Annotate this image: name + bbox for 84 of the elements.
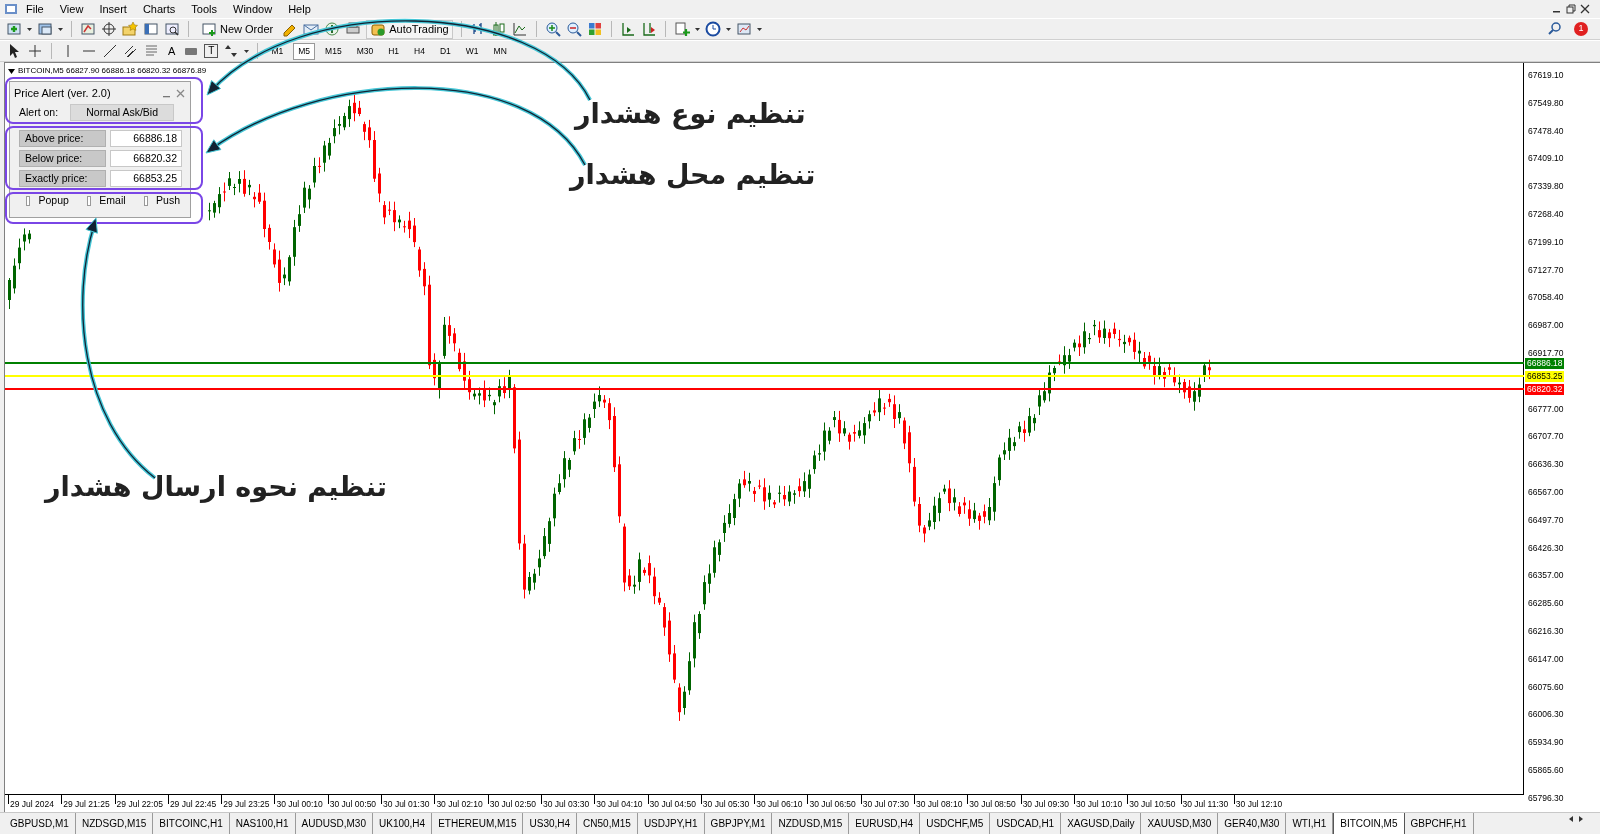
price-input[interactable]: 66820.32 xyxy=(110,150,182,167)
price-axis-label: 66147.00 xyxy=(1528,652,1564,666)
field-label: Above price: xyxy=(19,130,106,147)
text-label-tool[interactable]: T xyxy=(204,44,219,58)
price-axis-label: 66426.30 xyxy=(1528,541,1564,555)
chart-tab[interactable]: XAUUSD,M30 xyxy=(1141,813,1219,834)
timeframe-button[interactable]: D1 xyxy=(434,42,456,60)
chart-tab[interactable]: NZDUSD,M15 xyxy=(772,813,850,834)
menu-item[interactable]: Insert xyxy=(91,0,135,18)
timeframe-button[interactable]: W1 xyxy=(460,42,484,60)
chart-tab[interactable]: GBPJPY,M1 xyxy=(704,813,773,834)
price-axis-label: 67409.10 xyxy=(1528,152,1564,166)
price-axis-label: 67058.40 xyxy=(1528,291,1564,305)
price-input[interactable]: 66886.18 xyxy=(110,130,182,147)
field-label: Exactly price: xyxy=(19,170,106,187)
chart-tab[interactable]: NAS100,H1 xyxy=(229,813,296,834)
timeframe-button[interactable]: MN xyxy=(488,42,512,60)
menu-item[interactable]: View xyxy=(51,0,92,18)
price-axis-label: 66636.30 xyxy=(1528,458,1564,472)
price-tag: 66853.25 xyxy=(1525,371,1565,382)
chart-tab[interactable]: UK100,H4 xyxy=(373,813,433,834)
annotation-text: تنظیم نوع هشدار xyxy=(575,97,806,132)
price-axis-label: 66567.00 xyxy=(1528,486,1564,499)
panel-title: Price Alert (ver. 2.0) xyxy=(14,85,111,101)
price-axis-label: 66285.60 xyxy=(1528,597,1564,611)
price-axis-label: 66357.00 xyxy=(1528,569,1564,583)
price-axis-label: 66917.70 xyxy=(1528,347,1564,360)
annotation-text: تنظیم محل هشدار xyxy=(570,158,816,193)
chart-tab[interactable]: XAGUSD,Daily xyxy=(1061,813,1142,834)
menu-item[interactable]: Window xyxy=(225,0,281,18)
chart-tab[interactable]: USDJPY,H1 xyxy=(637,813,705,834)
price-axis-label: 66075.60 xyxy=(1528,680,1564,694)
chart-tab[interactable]: GBPUSD,M1 xyxy=(4,813,76,834)
chart-tab[interactable]: USDCHF,M5 xyxy=(920,813,991,834)
price-axis-label: 66006.30 xyxy=(1528,708,1564,722)
price-axis-label: 67339.80 xyxy=(1528,180,1564,194)
chart-tab[interactable]: NZDSGD,M15 xyxy=(75,813,154,834)
chart-header: BITCOIN,M5 66827.90 66886.18 66820.32 66876.89 xyxy=(18,65,207,77)
checkbox-label: Push xyxy=(156,193,180,208)
chart-tab[interactable]: CN50,M15 xyxy=(577,813,638,834)
timeframe-button[interactable]: H1 xyxy=(383,42,405,60)
menu-item[interactable]: Tools xyxy=(183,0,225,18)
price-axis-label: 66216.30 xyxy=(1528,625,1564,638)
price-axis-label: 65865.60 xyxy=(1528,764,1564,777)
price-axis-label: 67199.10 xyxy=(1528,235,1564,249)
chart-tab[interactable]: BITCOINC,H1 xyxy=(153,813,230,834)
menu-item[interactable]: Help xyxy=(280,0,319,18)
price-axis-label: 67268.40 xyxy=(1528,208,1564,221)
checkbox-label: Email xyxy=(99,193,126,208)
chart-tab[interactable]: ETHEREUM,M15 xyxy=(432,813,524,834)
chart-tab[interactable]: GER40,M30 xyxy=(1218,813,1287,834)
chart-tab[interactable]: BITCOIN,M5 xyxy=(1333,813,1405,834)
alert-type-button[interactable]: Normal Ask/Bid xyxy=(70,104,175,121)
price-axis-label: 67619.10 xyxy=(1528,69,1564,82)
notification-badge[interactable]: 1 xyxy=(1574,22,1588,36)
price-axis-label: 66707.70 xyxy=(1528,430,1564,444)
timeframe-button[interactable]: M30 xyxy=(351,42,379,60)
price-axis-label: 66987.00 xyxy=(1528,319,1564,333)
chart-tab[interactable]: USDCAD,H1 xyxy=(990,813,1062,834)
menu-item[interactable]: Charts xyxy=(134,0,184,18)
alert-on-label: Alert on: xyxy=(19,104,59,120)
price-axis-label: 67549.80 xyxy=(1528,96,1564,110)
checkbox-label: Popup xyxy=(38,193,69,208)
price-tag: 66820.32 xyxy=(1525,384,1565,395)
price-axis-label: 66777.00 xyxy=(1528,402,1564,416)
timeframe-button[interactable]: H4 xyxy=(409,42,430,60)
timeframe-button[interactable]: M15 xyxy=(320,42,347,60)
new-order-button[interactable]: New Order xyxy=(197,19,278,39)
price-axis-label: 67478.40 xyxy=(1528,124,1564,138)
text-tool[interactable]: A xyxy=(165,42,179,60)
menu-item[interactable]: File xyxy=(18,0,52,18)
price-axis-label: 65934.90 xyxy=(1528,736,1564,750)
price-axis-label: 66497.70 xyxy=(1528,513,1564,527)
chart-tab[interactable]: AUDUSD,M30 xyxy=(295,813,373,834)
price-axis-label: 65796.30 xyxy=(1528,791,1564,805)
chart-tab[interactable]: EURUSD,H4 xyxy=(849,813,921,834)
field-label: Below price: xyxy=(19,150,106,167)
chart-tab[interactable]: US30,H4 xyxy=(523,813,578,834)
price-input[interactable]: 66853.25 xyxy=(110,170,182,187)
annotation-text: تنظیم نحوه ارسال هشدار xyxy=(45,470,387,505)
price-axis-label: 67127.70 xyxy=(1528,263,1564,277)
chart-tab[interactable]: GBPCHF,H1 xyxy=(1404,813,1474,834)
price-tag: 66886.18 xyxy=(1525,358,1565,369)
timeframe-button[interactable]: M5 xyxy=(293,42,316,60)
